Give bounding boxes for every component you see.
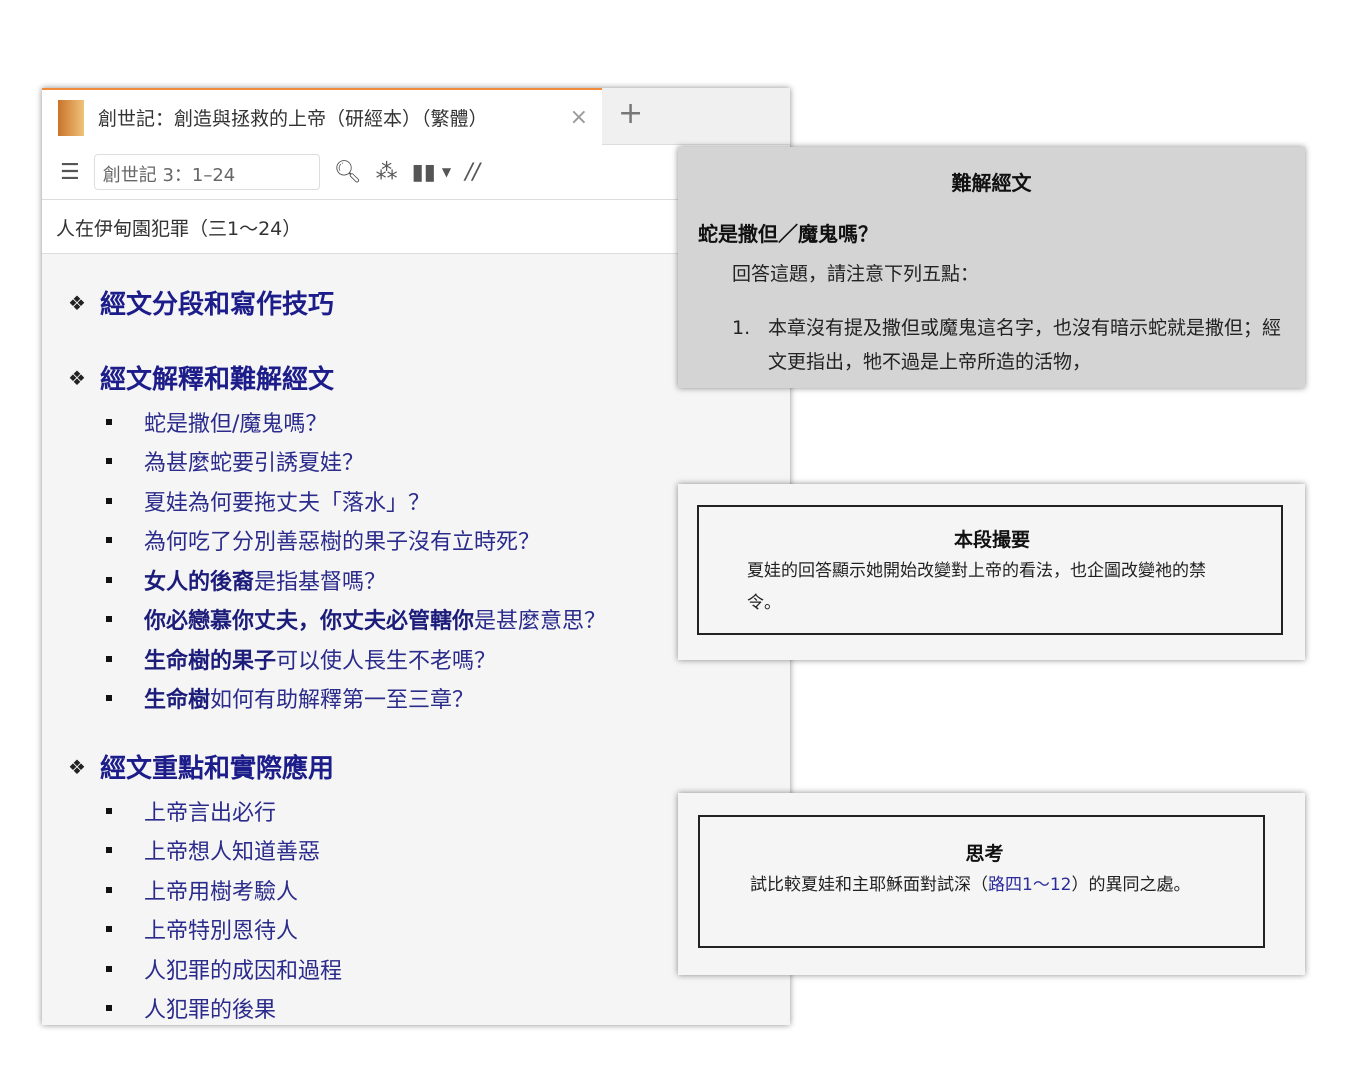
card-title: 難解經文 [951,171,1032,195]
intro: 回答這題，請注意下列五點： [732,263,980,285]
bullet-icon [106,807,112,814]
bullet-icon [106,655,112,662]
bullet-icon [106,616,112,623]
tab-title: 創世記：創造與拯救的上帝（研經本）（繁體） [98,108,488,130]
outline-section[interactable]: ❖ 經文重點和實際應用 [68,748,790,785]
reflection-card: 思考 試比較夏娃和主耶穌面對試深（路四1～12）的異同之處。 [678,793,1305,975]
summary-title: 本段撮要 [953,529,1030,551]
menu-icon[interactable]: ☰ [60,160,80,185]
bullet-icon [106,497,112,504]
tab-book[interactable]: 創世記：創造與拯救的上帝（研經本）（繁體） × [42,88,602,145]
reference-input[interactable]: 創世記 3：1–24 [93,154,320,190]
close-icon[interactable]: × [570,105,588,130]
hard-text-card: 難解經文 蛇是撒但／魔鬼嗎？ 回答這題，請注意下列五點： 1. 本章沒有提及撒但或… [678,147,1305,388]
point-1: 1. 本章沒有提及撒但或魔鬼這名字，也沒有暗示蛇就是撒但；經文更指出，牠不過是上帝… [732,317,1282,373]
reflection-title: 思考 [965,843,1004,865]
diamond-bullet-icon: ❖ [68,365,86,390]
bullet-icon [106,537,112,544]
scripture-link[interactable]: 路四1～12 [988,875,1071,895]
chevron-down-icon[interactable]: ▼ [442,165,451,179]
tab-bar: 創世記：創造與拯救的上帝（研經本）（繁體） × + [42,88,790,145]
question: 蛇是撒但／魔鬼嗎？ [698,222,878,246]
search-icon[interactable]: 🔍︎ [334,160,362,185]
bullet-icon [106,886,112,893]
outline-link[interactable]: 人犯罪的後果 [106,989,790,1026]
diamond-bullet-icon: ❖ [68,754,86,779]
diamond-bullet-icon: ❖ [68,290,86,315]
sync-icon[interactable]: // [465,160,480,185]
bullet-icon [106,695,112,702]
bullet-icon [106,576,112,583]
reflection-text: 試比較夏娃和主耶穌面對試深（路四1～12）的異同之處。 [750,875,1191,895]
bullet-icon [106,458,112,465]
resources-icon[interactable]: ⁂ [376,160,398,185]
bullet-icon [106,1005,112,1012]
bullet-icon [106,847,112,854]
outline-link[interactable]: 蛇是撒但/魔鬼嗎？ [106,402,790,442]
outline-link[interactable]: 生命樹 如何有助解釋第一至三章？ [106,679,790,719]
summary-card: 本段撮要 夏娃的回答顯示她開始改變對上帝的看法，也企圖改變祂的禁令。 [678,484,1305,660]
parallel-icon[interactable]: ▮▮ [412,160,436,185]
bullet-icon [106,418,112,425]
bullet-icon [106,965,112,972]
new-tab-button[interactable]: + [618,96,643,131]
book-cover-icon [58,99,84,136]
outline-link[interactable]: 為甚麼蛇要引誘夏娃？ [106,442,790,482]
summary-text: 夏娃的回答顯示她開始改變對上帝的看法，也企圖改變祂的禁令。 [747,561,1206,613]
bullet-icon [106,926,112,933]
